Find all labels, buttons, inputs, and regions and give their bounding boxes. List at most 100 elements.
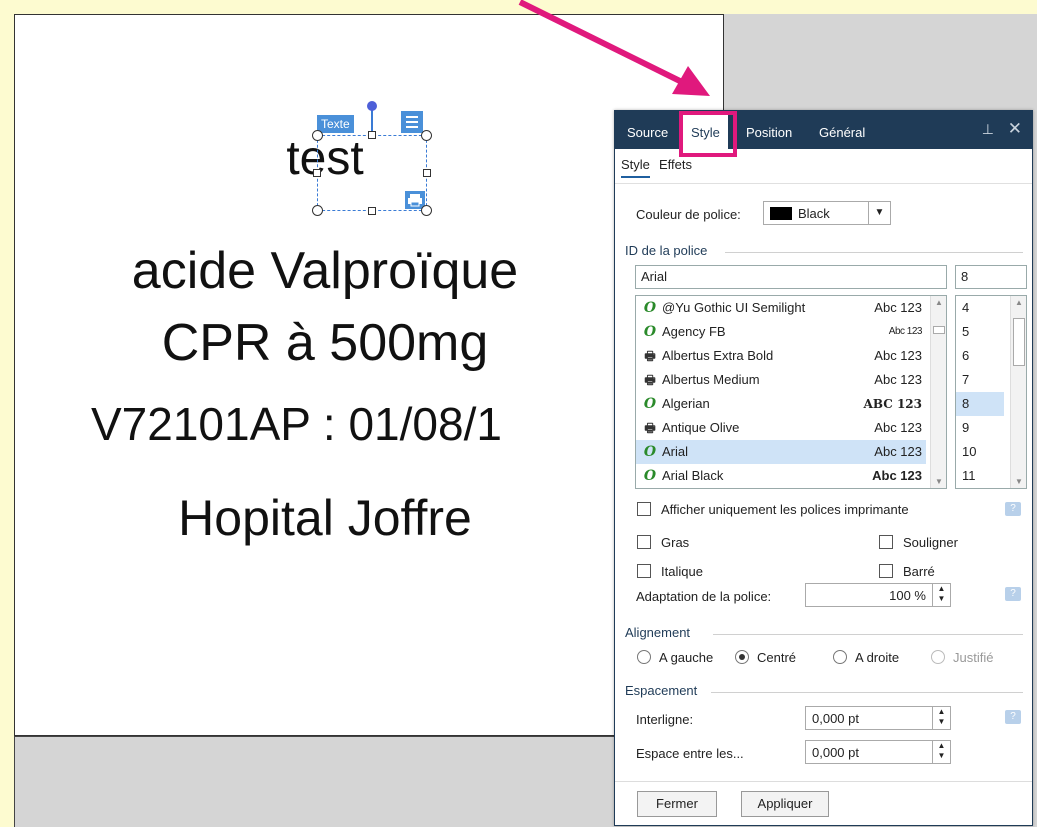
- help-icon[interactable]: ?: [1005, 710, 1021, 724]
- font-size-item[interactable]: 8: [956, 392, 1004, 416]
- opentype-icon: O: [643, 300, 657, 316]
- resize-handle-w[interactable]: [313, 169, 321, 177]
- underline-label: Souligner: [903, 535, 958, 550]
- close-button[interactable]: Fermer: [637, 791, 717, 817]
- object-menu-icon[interactable]: [401, 111, 423, 133]
- font-list-item[interactable]: O Agency FB Abc 123: [636, 320, 926, 344]
- font-list-item[interactable]: O @Yu Gothic UI Semilight Abc 123: [636, 296, 926, 320]
- pin-icon[interactable]: ⊥: [982, 121, 994, 138]
- line-spacing-label: Interligne:: [636, 712, 694, 727]
- highlight-box: [679, 111, 737, 157]
- properties-panel[interactable]: Source Style Position Général ⊥ ✕ Style …: [614, 110, 1033, 826]
- char-spacing-label: Espace entre les...: [636, 746, 744, 761]
- font-color-label: Couleur de police:: [636, 207, 741, 222]
- font-name: Albertus Medium: [662, 372, 760, 387]
- font-list-item[interactable]: O Arial Abc 123: [636, 440, 926, 464]
- printer-font-icon: 🖶: [644, 421, 656, 435]
- font-name: Arial: [662, 444, 689, 459]
- bold-label: Gras: [661, 535, 690, 550]
- apply-button[interactable]: Appliquer: [741, 791, 829, 817]
- alignment-section-title: Alignement: [625, 625, 691, 640]
- label-line-dosage[interactable]: CPR à 500mg: [15, 313, 635, 373]
- resize-handle-e[interactable]: [423, 169, 431, 177]
- font-list-item[interactable]: 🖶 Antique Olive Abc 123: [636, 416, 926, 440]
- font-name: Agency FB: [662, 324, 726, 339]
- align-center-radio[interactable]: [735, 650, 749, 664]
- font-color-dropdown[interactable]: Black ▼: [763, 201, 891, 225]
- font-preview: Abc 123: [872, 468, 922, 483]
- background-left: [0, 0, 14, 827]
- opentype-icon: O: [643, 396, 657, 412]
- object-type-tag: Texte: [317, 115, 354, 133]
- font-preview: Abc 123: [888, 326, 923, 337]
- font-size-item[interactable]: 9: [956, 416, 1004, 440]
- printer-fonts-only-checkbox[interactable]: [637, 502, 651, 516]
- align-center-label: Centré: [757, 650, 797, 665]
- label-line-drug-name[interactable]: acide Valproïque: [15, 241, 635, 301]
- align-left-label: A gauche: [659, 650, 714, 665]
- font-scale-input[interactable]: 100 % ▲ ▼: [805, 583, 951, 607]
- char-spacing-input[interactable]: 0,000 pt ▲ ▼: [805, 740, 951, 764]
- font-name: Arial Black: [662, 468, 724, 483]
- font-list-item[interactable]: O Algerian ABC 123: [636, 392, 926, 416]
- font-size-input[interactable]: 8: [955, 265, 1027, 289]
- italic-checkbox[interactable]: [637, 564, 651, 578]
- italic-label: Italique: [661, 564, 703, 579]
- font-size-list[interactable]: 4 5 6 7 8 9 10 11 ▲ ▼: [955, 295, 1027, 489]
- font-name: @Yu Gothic UI Semilight: [662, 300, 806, 315]
- font-name-input[interactable]: Arial: [635, 265, 947, 289]
- tab-position[interactable]: Position: [746, 125, 792, 140]
- strikeout-checkbox[interactable]: [879, 564, 893, 578]
- tab-source[interactable]: Source: [627, 125, 668, 140]
- font-size-item[interactable]: 6: [956, 344, 1004, 368]
- resize-handle-s[interactable]: [368, 207, 376, 215]
- font-preview: Abc 123: [874, 348, 922, 363]
- resize-handle-ne[interactable]: [421, 130, 432, 141]
- align-left-radio[interactable]: [637, 650, 651, 664]
- size-list-scrollbar[interactable]: ▲ ▼: [1010, 296, 1026, 488]
- subtab-style[interactable]: Style: [621, 157, 650, 178]
- spinner-icon[interactable]: ▲ ▼: [932, 707, 950, 729]
- font-preview: ABC 123: [863, 397, 922, 411]
- label-line-hospital[interactable]: Hopital Joffre: [15, 489, 635, 547]
- resize-handle-sw[interactable]: [312, 205, 323, 216]
- font-preview: Abc 123: [874, 444, 922, 459]
- subtab-effects[interactable]: Effets: [659, 157, 692, 172]
- font-size-item[interactable]: 11: [956, 464, 1004, 488]
- font-size-item[interactable]: 7: [956, 368, 1004, 392]
- background-top: [0, 0, 1037, 14]
- align-justify-label: Justifié: [953, 650, 994, 665]
- spinner-icon[interactable]: ▲ ▼: [932, 741, 950, 763]
- bold-checkbox[interactable]: [637, 535, 651, 549]
- align-justify-radio[interactable]: [931, 650, 945, 664]
- font-name: Antique Olive: [662, 420, 740, 435]
- font-size-item[interactable]: 5: [956, 320, 1004, 344]
- spacing-section-title: Espacement: [625, 683, 698, 698]
- font-list-scrollbar[interactable]: ▲ ▼: [930, 296, 946, 488]
- help-icon[interactable]: ?: [1005, 587, 1021, 601]
- underline-checkbox[interactable]: [879, 535, 893, 549]
- font-name: Albertus Extra Bold: [662, 348, 774, 363]
- close-icon[interactable]: ✕: [1008, 119, 1022, 139]
- font-size-item[interactable]: 10: [956, 440, 1004, 464]
- font-size-item[interactable]: 4: [956, 296, 1004, 320]
- tab-general[interactable]: Général: [819, 125, 865, 140]
- font-name: Algerian: [662, 396, 710, 411]
- rotation-handle[interactable]: [367, 101, 377, 111]
- font-list-item[interactable]: O Arial Black Abc 123: [636, 464, 926, 488]
- resize-handle-nw[interactable]: [312, 130, 323, 141]
- spinner-icon[interactable]: ▲ ▼: [932, 584, 950, 606]
- line-spacing-input[interactable]: 0,000 pt ▲ ▼: [805, 706, 951, 730]
- font-list-item[interactable]: 🖶 Albertus Medium Abc 123: [636, 368, 926, 392]
- color-swatch: [770, 207, 792, 220]
- font-preview: Abc 123: [874, 300, 922, 315]
- char-spacing-value: 0,000 pt: [812, 745, 859, 760]
- dropdown-arrow-icon[interactable]: ▼: [868, 202, 890, 224]
- resize-handle-se[interactable]: [421, 205, 432, 216]
- font-color-value: Black: [798, 206, 830, 221]
- align-right-radio[interactable]: [833, 650, 847, 664]
- resize-handle-n[interactable]: [368, 131, 376, 139]
- help-icon[interactable]: ?: [1005, 502, 1021, 516]
- font-list[interactable]: O @Yu Gothic UI Semilight Abc 123 O Agency F…: [635, 295, 947, 489]
- font-list-item[interactable]: 🖶 Albertus Extra Bold Abc 123: [636, 344, 926, 368]
